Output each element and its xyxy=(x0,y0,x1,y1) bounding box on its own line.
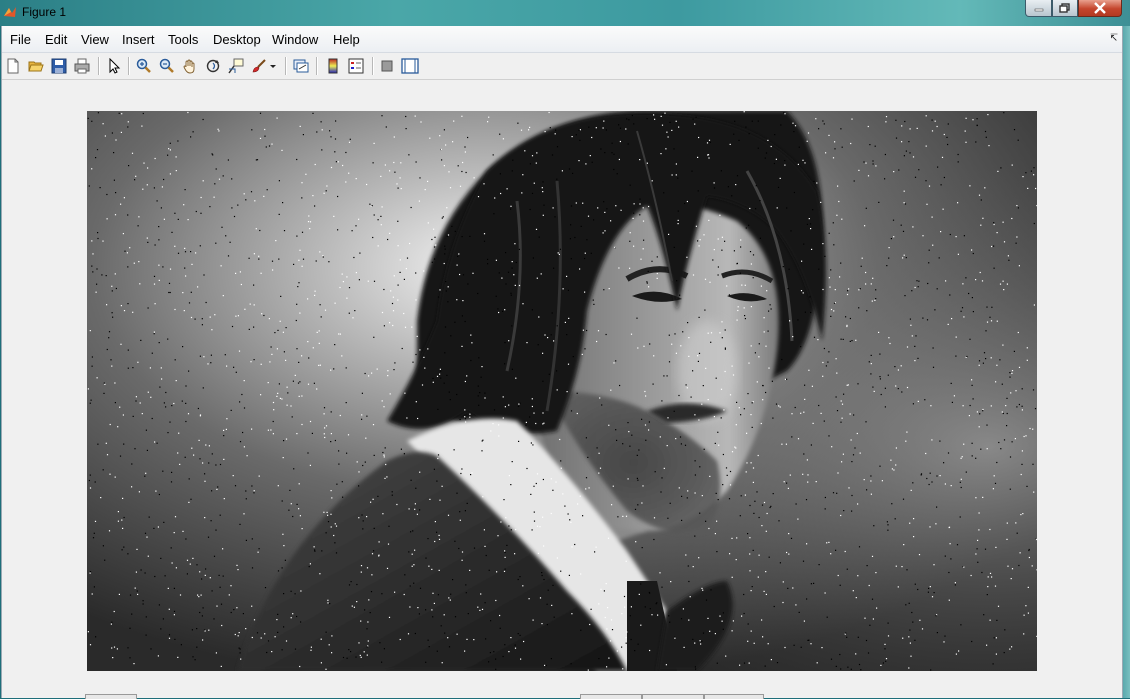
restore-button[interactable] xyxy=(1052,0,1078,17)
open-file-icon xyxy=(28,61,44,72)
open-file-button[interactable] xyxy=(26,56,46,76)
pan-button[interactable] xyxy=(180,56,200,76)
toolbar-separator xyxy=(128,57,130,75)
hide-plot-tools-button[interactable] xyxy=(377,56,397,76)
toolbar-separator xyxy=(316,57,318,75)
toolbar-separator xyxy=(98,57,100,75)
figure-toolbar xyxy=(2,53,1122,80)
data-cursor-icon xyxy=(228,58,244,74)
menu-desktop[interactable]: Desktop xyxy=(213,32,261,47)
save-icon xyxy=(51,58,67,74)
noisy-portrait-image xyxy=(87,111,1037,671)
rotate-3d-button[interactable] xyxy=(203,56,223,76)
zoom-in-button[interactable] xyxy=(134,56,154,76)
new-figure-button[interactable] xyxy=(3,56,23,76)
zoom-in-icon xyxy=(136,58,151,73)
insert-legend-button[interactable] xyxy=(346,56,366,76)
window-title: Figure 1 xyxy=(22,5,67,19)
status-tab xyxy=(642,694,704,699)
menu-tools[interactable]: Tools xyxy=(168,32,198,47)
close-icon xyxy=(1094,2,1106,14)
chevron-down-icon xyxy=(270,65,276,68)
status-tab xyxy=(85,694,137,699)
show-plot-tools-button[interactable] xyxy=(400,56,420,76)
minimize-icon xyxy=(1034,8,1043,12)
brush-icon xyxy=(252,59,266,73)
menu-view[interactable]: View xyxy=(81,32,109,47)
link-plot-button[interactable] xyxy=(291,56,311,76)
menu-insert[interactable]: Insert xyxy=(122,32,155,47)
restore-icon xyxy=(1059,3,1070,13)
menu-window[interactable]: Window xyxy=(272,32,318,47)
pan-hand-icon xyxy=(183,59,195,74)
print-button[interactable] xyxy=(72,56,92,76)
menu-edit[interactable]: Edit xyxy=(45,32,67,47)
figure-axes-image[interactable] xyxy=(87,111,1037,671)
menu-file[interactable]: File xyxy=(10,32,31,47)
link-plot-icon xyxy=(293,59,309,73)
window-frame-edge xyxy=(1123,26,1130,698)
save-button[interactable] xyxy=(49,56,69,76)
insert-legend-icon xyxy=(348,58,364,74)
menu-bar: File Edit View Insert Tools Desktop Wind… xyxy=(2,26,1122,53)
insert-colorbar-button[interactable] xyxy=(323,56,343,76)
rotate-3d-icon xyxy=(206,59,220,73)
minimize-button[interactable] xyxy=(1025,0,1052,17)
dock-arrow-icon[interactable]: ↸ xyxy=(1110,33,1118,44)
brush-dropdown[interactable] xyxy=(267,56,279,76)
show-plot-tools-icon xyxy=(401,58,419,74)
zoom-out-icon xyxy=(159,58,174,73)
matlab-logo-icon xyxy=(4,7,16,17)
data-cursor-button[interactable] xyxy=(226,56,246,76)
status-tab xyxy=(580,694,642,699)
brush-button[interactable] xyxy=(249,56,269,76)
hide-plot-tools-icon xyxy=(381,60,393,72)
edit-plot-pointer-icon xyxy=(109,58,121,74)
menu-help[interactable]: Help xyxy=(333,32,360,47)
insert-colorbar-icon xyxy=(328,58,338,74)
close-button[interactable] xyxy=(1078,0,1122,17)
edit-plot-button[interactable] xyxy=(104,56,124,76)
matlab-figure-window: Figure 1 File Edit View Insert Tools Des… xyxy=(0,0,1130,699)
zoom-out-button[interactable] xyxy=(157,56,177,76)
toolbar-separator xyxy=(372,57,374,75)
print-icon xyxy=(74,58,90,74)
figure-client-area: File Edit View Insert Tools Desktop Wind… xyxy=(1,26,1123,699)
new-figure-icon xyxy=(7,58,19,74)
window-controls xyxy=(1025,0,1122,18)
status-tab xyxy=(704,694,764,699)
title-bar[interactable]: Figure 1 xyxy=(0,0,1130,26)
toolbar-separator xyxy=(285,57,287,75)
